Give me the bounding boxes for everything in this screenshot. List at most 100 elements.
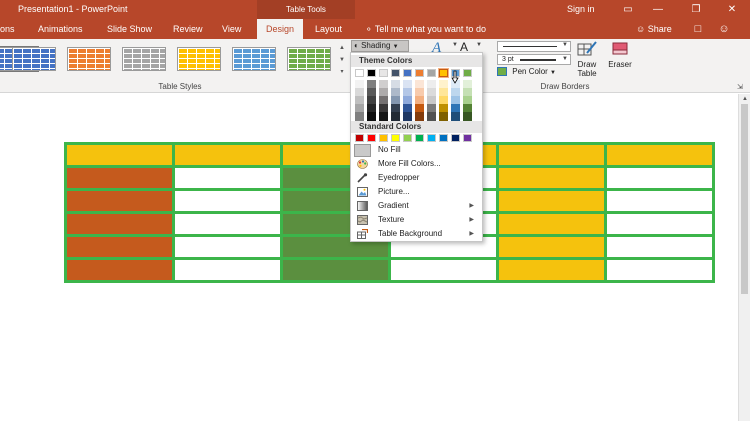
table-cell[interactable]: [172, 188, 283, 214]
theme-shade-swatch[interactable]: [439, 112, 448, 121]
standard-color-swatch[interactable]: [355, 134, 364, 142]
comment-icon[interactable]: □: [690, 21, 706, 37]
gradient-item[interactable]: Gradient ▶: [352, 199, 482, 213]
table-style-thumb[interactable]: [67, 47, 111, 71]
standard-color-swatch[interactable]: [415, 134, 424, 142]
table-style-thumb[interactable]: [122, 47, 166, 71]
theme-shade-swatch[interactable]: [391, 112, 400, 121]
table-cell[interactable]: [172, 234, 283, 260]
tell-me-search[interactable]: ⚬ Tell me what you want to do: [365, 19, 486, 39]
sign-in-link[interactable]: Sign in: [567, 4, 595, 14]
table-row[interactable]: [64, 257, 715, 283]
table-cell[interactable]: [172, 257, 283, 283]
pen-style-dropdown[interactable]: ▼: [497, 41, 571, 52]
table-cell[interactable]: [604, 234, 715, 260]
gallery-scroll-down-icon[interactable]: ▼: [338, 55, 346, 65]
vertical-scrollbar[interactable]: ▲: [738, 94, 750, 421]
theme-color-swatch[interactable]: [415, 69, 424, 77]
table-cell[interactable]: [496, 211, 607, 237]
theme-color-swatch[interactable]: [438, 68, 449, 78]
table-cell[interactable]: [172, 165, 283, 191]
table-cell[interactable]: [172, 211, 283, 237]
standard-color-swatch[interactable]: [451, 134, 460, 142]
table-cell[interactable]: [604, 188, 715, 214]
table-cell[interactable]: [496, 234, 607, 260]
table-cell[interactable]: [64, 211, 175, 237]
gallery-scroll-up-icon[interactable]: ▲: [338, 43, 346, 53]
table-style-thumb[interactable]: [232, 47, 276, 71]
shading-button[interactable]: ◐ Shading ▼: [351, 40, 409, 52]
table-cell[interactable]: [388, 257, 499, 283]
standard-color-swatch[interactable]: [379, 134, 388, 142]
theme-shade-swatch[interactable]: [427, 112, 436, 121]
eraser-button[interactable]: Eraser: [606, 41, 634, 69]
theme-shade-swatch[interactable]: [355, 112, 364, 121]
eyedropper-item[interactable]: Eyedropper: [352, 171, 482, 185]
chevron-down-icon[interactable]: ▼: [452, 42, 458, 48]
tab-design[interactable]: Design: [257, 19, 304, 39]
theme-color-swatch[interactable]: [463, 69, 472, 77]
tab-layout[interactable]: Layout: [315, 19, 342, 39]
table-cell[interactable]: [604, 142, 715, 168]
table-cell[interactable]: [172, 142, 283, 168]
standard-color-swatch[interactable]: [391, 134, 400, 142]
theme-shade-swatch[interactable]: [463, 112, 472, 121]
picture-item[interactable]: Picture...: [352, 185, 482, 199]
theme-color-swatch[interactable]: [427, 69, 436, 77]
table-cell[interactable]: [64, 142, 175, 168]
table-cell[interactable]: [64, 165, 175, 191]
gallery-more-icon[interactable]: ▾: [338, 67, 346, 77]
dialog-launcher-icon[interactable]: ⇲: [737, 83, 743, 91]
theme-color-swatch[interactable]: [367, 69, 376, 77]
tab-view[interactable]: View: [222, 19, 241, 39]
standard-color-swatch[interactable]: [439, 134, 448, 142]
smiley-icon[interactable]: ☺: [716, 21, 732, 37]
minimize-button[interactable]: —: [643, 0, 673, 19]
tab-slide-show[interactable]: Slide Show: [107, 19, 152, 39]
pen-weight-dropdown[interactable]: 3 pt ▼: [497, 54, 571, 65]
scroll-up-icon[interactable]: ▲: [742, 96, 748, 102]
share-button[interactable]: ☺ Share: [636, 19, 672, 39]
theme-shade-swatch[interactable]: [367, 112, 376, 121]
tab-transitions[interactable]: ions: [0, 19, 15, 39]
standard-color-swatch[interactable]: [463, 134, 472, 142]
table-style-thumb[interactable]: [287, 47, 331, 71]
table-cell[interactable]: [496, 188, 607, 214]
table-cell[interactable]: [604, 211, 715, 237]
table-cell[interactable]: [604, 165, 715, 191]
table-cell[interactable]: [604, 257, 715, 283]
no-fill-item[interactable]: No Fill: [352, 143, 482, 157]
standard-color-swatch[interactable]: [427, 134, 436, 142]
theme-shade-swatch[interactable]: [379, 112, 388, 121]
table-cell[interactable]: [64, 234, 175, 260]
draw-table-button[interactable]: Draw Table: [574, 41, 600, 78]
table-cell[interactable]: [496, 165, 607, 191]
table-cell[interactable]: [64, 257, 175, 283]
table-style-thumb[interactable]: [12, 47, 56, 71]
theme-shade-swatch[interactable]: [403, 112, 412, 121]
theme-color-swatch[interactable]: [355, 69, 364, 77]
theme-color-swatch[interactable]: [391, 69, 400, 77]
close-button[interactable]: ✕: [717, 0, 747, 19]
table-cell[interactable]: [496, 257, 607, 283]
scrollbar-thumb[interactable]: [741, 104, 748, 294]
standard-color-swatch[interactable]: [367, 134, 376, 142]
tab-animations[interactable]: Animations: [38, 19, 83, 39]
table-cell[interactable]: [280, 257, 391, 283]
table-cell[interactable]: [64, 188, 175, 214]
more-fill-colors-item[interactable]: More Fill Colors...: [352, 157, 482, 171]
theme-color-swatch[interactable]: [403, 69, 412, 77]
standard-color-swatch[interactable]: [403, 134, 412, 142]
table-background-item[interactable]: Table Background ▶: [352, 227, 482, 241]
tab-review[interactable]: Review: [173, 19, 203, 39]
texture-item[interactable]: Texture ▶: [352, 213, 482, 227]
table-style-thumb[interactable]: [177, 47, 221, 71]
theme-color-swatch[interactable]: [379, 69, 388, 77]
table-cell[interactable]: [496, 142, 607, 168]
maximize-button[interactable]: ❐: [681, 0, 711, 19]
theme-shade-swatch[interactable]: [415, 112, 424, 121]
ribbon-display-options-button[interactable]: ▭: [613, 0, 643, 19]
theme-shade-swatch[interactable]: [451, 112, 460, 121]
chevron-down-icon[interactable]: ▼: [476, 42, 482, 48]
pen-color-button[interactable]: Pen Color ▼: [497, 67, 556, 77]
